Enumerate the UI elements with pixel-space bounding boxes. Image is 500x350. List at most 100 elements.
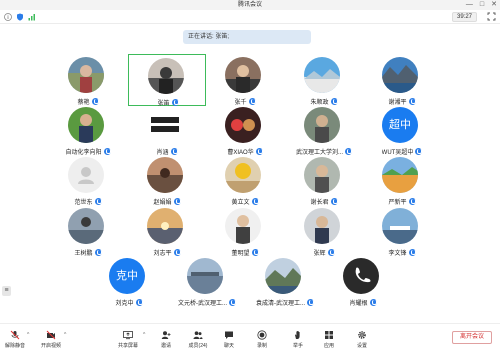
leave-meeting-button[interactable]: 离开会议 [452,331,492,344]
info-icon[interactable] [4,13,12,21]
avatar [68,157,104,193]
participant-tile[interactable]: 蔡艳 [49,54,127,106]
shield-icon[interactable] [16,13,24,21]
apps-icon [325,331,333,339]
mic-icon [369,298,377,306]
meeting-toolbar: 解除静音 ^ 开启视频 ^ 共享屏幕 ^ 邀请 成员(24) 聊天 录制 举手 … [0,323,500,350]
participant-tile[interactable]: 肖耀根 [324,255,402,307]
avatar [343,258,379,294]
status-row: 39:27 [0,10,500,24]
gear-icon [358,331,366,339]
avatar [147,107,183,143]
sidebar-toggle[interactable]: ≡ [2,286,11,296]
share-screen-button[interactable]: 共享屏幕 [113,328,143,350]
avatar [68,208,104,244]
mic-icon [229,298,236,306]
maximize-button[interactable]: □ [480,0,484,10]
avatar: 克中 [109,258,145,294]
video-options-caret[interactable]: ^ [64,332,66,338]
mic-icon [408,197,416,205]
participant-tile[interactable]: 曹XIAO华 [206,104,284,156]
invite-icon [161,331,171,339]
share-screen-icon [123,331,133,340]
participant-tile[interactable]: 张辉 [285,205,363,257]
avatar [225,107,261,143]
window-title: 腾讯会议 [237,2,262,8]
participant-tile[interactable]: 武汉理工大学刘... [285,104,363,156]
participant-tile[interactable]: 肖涵 [128,104,206,156]
members-icon [193,331,203,339]
video-button[interactable]: 开启视频 [36,328,66,350]
mic-icon [94,197,102,205]
participant-name: 袁成清-武汉理工... [256,300,305,307]
participant-tile[interactable]: 赵娟娟 [128,154,206,206]
participant-tile[interactable]: 谢湘平 [363,54,441,106]
participant-tile[interactable]: 范世东 [49,154,127,206]
participant-tile[interactable]: 黄立文 [206,154,284,206]
participant-tile[interactable]: 李文锋 [363,205,441,257]
minimize-button[interactable]: — [466,0,473,10]
mic-icon [408,248,416,256]
participant-name: 刘克中 [115,300,134,307]
participant-tile[interactable]: 董明望 [206,205,284,257]
participant-tile[interactable]: 克中 刘克中 [90,255,168,307]
mic-icon [330,197,338,205]
participant-tile[interactable]: 文元桥-武汉理工... [168,255,246,307]
participant-tile[interactable]: 超中 WUT吴超中 [363,104,441,156]
participant-tile[interactable]: 严新平 [363,154,441,206]
participant-tile[interactable]: 袁成清-武汉理工... [246,255,324,307]
mic-icon [135,298,143,306]
raise-hand-button[interactable]: 举手 [283,328,313,350]
avatar [225,157,261,193]
mute-options-caret[interactable]: ^ [27,332,29,338]
camera-off-icon [46,330,56,340]
avatar [148,58,184,94]
mute-button[interactable]: 解除静音 [0,328,30,350]
participant-tile[interactable]: 自动化李向阳 [49,104,127,156]
record-button[interactable]: 录制 [247,328,277,350]
fullscreen-icon[interactable] [487,12,496,21]
share-screen-label: 共享屏幕 [117,343,138,349]
avatar [187,258,223,294]
participant-tile[interactable]: 张千 [206,54,284,106]
apps-label: 应用 [323,343,334,349]
avatar [304,157,340,193]
chat-icon [225,331,233,339]
avatar [304,208,340,244]
raise-hand-label: 举手 [292,343,303,349]
invite-button[interactable]: 邀请 [151,328,181,350]
avatar [147,157,183,193]
record-label: 录制 [256,343,267,349]
chat-button[interactable]: 聊天 [214,328,244,350]
avatar [304,57,340,93]
participant-tile[interactable]: 谢长君 [285,154,363,206]
participant-name: 文元桥-武汉理工... [178,300,227,307]
share-options-caret[interactable]: ^ [143,332,145,338]
settings-label: 设置 [356,343,367,349]
meeting-timer: 39:27 [451,12,477,22]
settings-button[interactable]: 设置 [347,328,377,350]
participant-tile[interactable]: 朱顺政 [285,54,363,106]
avatar [68,57,104,93]
video-label: 开启视频 [40,343,61,349]
close-button[interactable]: ✕ [491,0,497,10]
members-label: 成员(24) [188,343,208,349]
avatar [304,107,340,143]
avatar: 超中 [382,107,418,143]
participant-tile[interactable]: 王树鹏 [49,205,127,257]
mic-icon [173,197,181,205]
participant-name: 肖耀根 [349,300,368,307]
participant-tile-active[interactable]: 张笛 [128,54,206,107]
participant-tile[interactable]: 刘志平 [128,205,206,257]
avatar [225,208,261,244]
avatar [382,208,418,244]
members-button[interactable]: 成员(24) [183,328,213,350]
avatar [225,57,261,93]
avatar [265,258,301,294]
avatar [147,208,183,244]
avatar [68,107,104,143]
signal-icon [28,14,35,21]
hand-icon [295,331,300,339]
apps-button[interactable]: 应用 [314,328,344,350]
chat-label: 聊天 [223,343,234,349]
